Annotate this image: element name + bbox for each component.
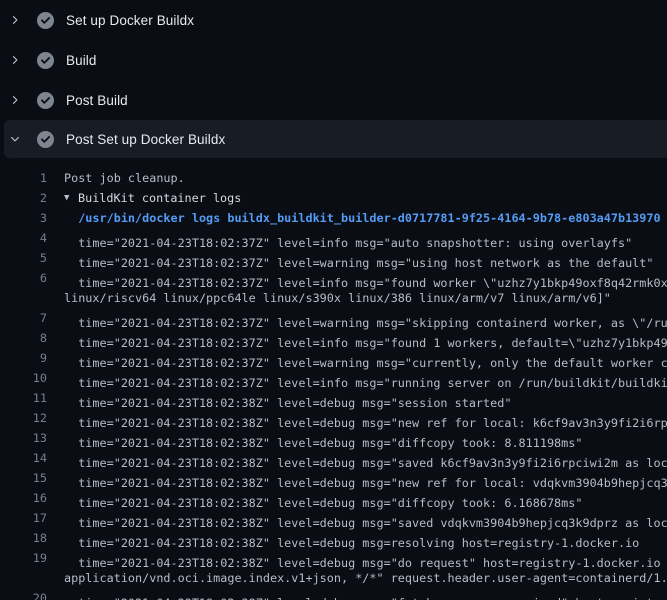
log-line-number[interactable]: 19	[0, 548, 47, 568]
log-line-text: BuildKit container logs	[78, 188, 241, 208]
log-line: 2 ▼BuildKit container logs	[0, 188, 667, 208]
chevron-down-icon	[8, 132, 22, 146]
log-line-number[interactable]: 1	[0, 168, 47, 188]
log-line-number[interactable]: 3	[0, 208, 47, 228]
chevron-right-icon	[8, 93, 22, 107]
log-line-number[interactable]: 2	[0, 188, 47, 208]
log-line-text: Post job cleanup.	[64, 168, 185, 188]
log-line: 1 Post job cleanup.	[0, 168, 667, 188]
log-line-number[interactable]: 7	[0, 308, 47, 328]
log-line-number[interactable]: 9	[0, 348, 47, 368]
log-group-toggle-icon[interactable]: ▼	[64, 188, 78, 208]
log-line-number[interactable]: 20	[0, 588, 47, 600]
log-line-number[interactable]: 11	[0, 388, 47, 408]
step-post-set-up-docker-buildx[interactable]: Post Set up Docker Buildx	[4, 120, 667, 158]
log-line-number[interactable]: 15	[0, 468, 47, 488]
log-line: 19 time="2021-04-23T18:02:38Z" level=deb…	[0, 548, 667, 568]
log-line: 20 time="2021-04-23T18:02:38Z" level=deb…	[0, 588, 667, 600]
log-line-number[interactable]: 17	[0, 508, 47, 528]
check-circle-icon	[37, 131, 54, 148]
step-label: Post Set up Docker Buildx	[66, 132, 225, 147]
step-label: Build	[66, 53, 97, 68]
chevron-right-icon	[8, 53, 22, 67]
check-circle-icon	[37, 52, 54, 69]
check-circle-icon	[37, 12, 54, 29]
step-label: Post Build	[66, 93, 128, 108]
log-line-text: time="2021-04-23T18:02:38Z" level=debug …	[64, 583, 667, 600]
log-line-number[interactable]: 4	[0, 228, 47, 248]
step-label: Set up Docker Buildx	[66, 13, 194, 28]
log-line-number[interactable]: 13	[0, 428, 47, 448]
steps-list: Set up Docker Buildx Build Post Build Po…	[0, 0, 667, 158]
log-line: 6 time="2021-04-23T18:02:37Z" level=info…	[0, 268, 667, 288]
log-line-number[interactable]: 10	[0, 368, 47, 388]
step-post-build[interactable]: Post Build	[0, 80, 667, 120]
log-line-number[interactable]: 18	[0, 528, 47, 548]
log-line-number[interactable]: 12	[0, 408, 47, 428]
log-line-number[interactable]: 16	[0, 488, 47, 508]
step-build[interactable]: Build	[0, 40, 667, 80]
log-line-number[interactable]: 14	[0, 448, 47, 468]
log-line-number[interactable]: 5	[0, 248, 47, 268]
chevron-right-icon	[8, 13, 22, 27]
step-set-up-docker-buildx[interactable]: Set up Docker Buildx	[0, 0, 667, 40]
log-line-number[interactable]: 6	[0, 268, 47, 288]
log-viewer: 1 Post job cleanup. 2 ▼BuildKit container l…	[0, 158, 667, 600]
log-line-number[interactable]: 8	[0, 328, 47, 348]
check-circle-icon	[37, 92, 54, 109]
